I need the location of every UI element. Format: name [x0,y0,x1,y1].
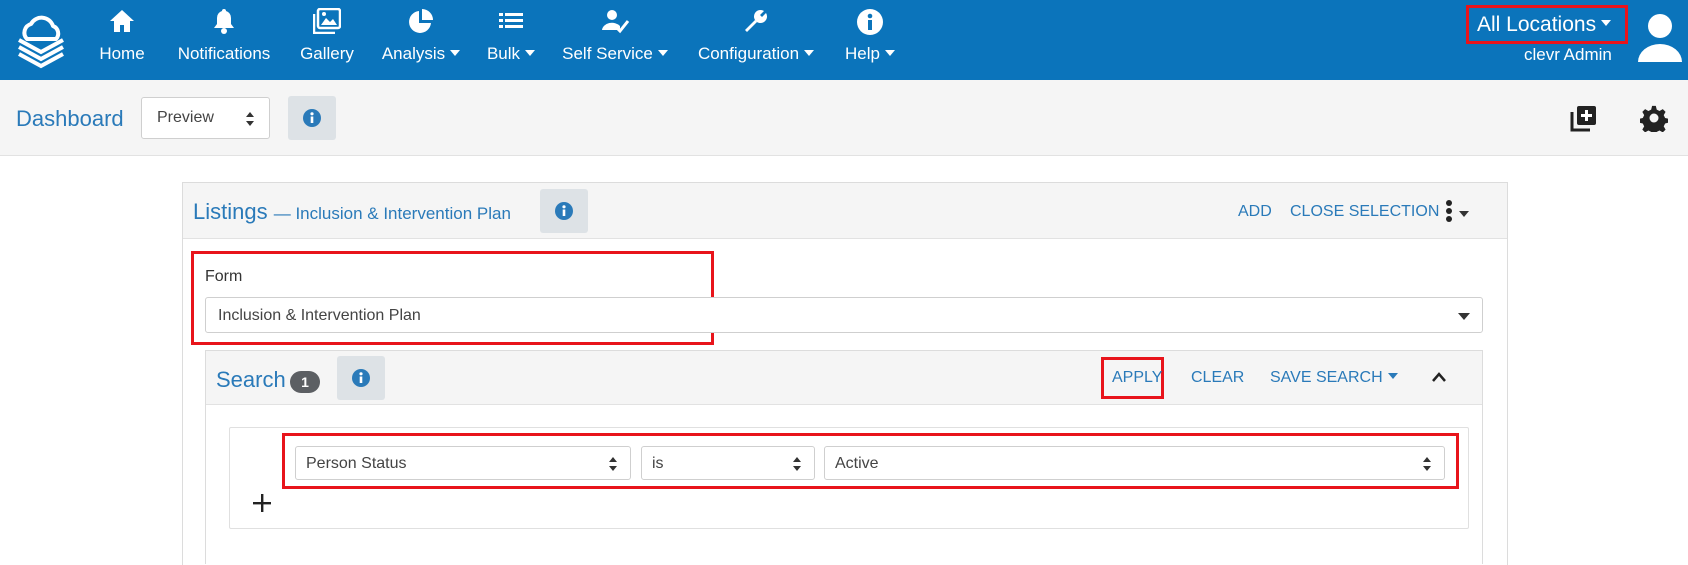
view-mode-value: Preview [157,109,214,126]
listings-header: Listings — Inclusion & Intervention Plan… [183,183,1507,239]
apply-button[interactable]: APPLY [1112,369,1162,387]
list-icon [486,8,536,36]
sort-updown-icon [609,457,617,471]
nav-bulk[interactable]: Bulk [486,8,536,72]
nav-help-label: Help [845,44,880,63]
nav-configuration[interactable]: Configuration [693,8,819,72]
location-label: All Locations [1477,13,1597,36]
listings-panel: Listings — Inclusion & Intervention Plan… [182,182,1508,565]
gallery-icon [298,8,356,36]
caret-down-icon [804,49,815,56]
sort-updown-icon [1423,457,1431,471]
nav-home-label: Home [99,44,145,63]
bell-icon [172,8,276,36]
caret-down-icon [450,49,461,56]
close-selection-button[interactable]: CLOSE SELECTION [1290,203,1439,221]
criterion-field-select[interactable]: Person Status [295,446,631,480]
info-icon [303,109,321,127]
listings-subtitle: — Inclusion & Intervention Plan [273,204,511,223]
info-icon [555,202,573,220]
clevr-logo-icon[interactable] [13,9,69,69]
criterion-value-select[interactable]: Active [824,446,1445,480]
info-circle-icon [843,8,897,36]
nav-home[interactable]: Home [96,8,148,72]
form-label: Form [205,268,243,285]
sort-updown-icon [246,112,254,126]
dashboard-info-button[interactable] [288,96,336,140]
nav-gallery[interactable]: Gallery [298,8,356,72]
view-mode-select[interactable]: Preview [141,97,270,139]
listings-title-text: Listings [193,199,268,224]
info-icon [352,369,370,387]
chevron-up-icon[interactable] [1431,371,1447,383]
nav-configuration-label: Configuration [697,44,800,63]
caret-down-icon [1601,20,1612,27]
caret-down-icon [1459,211,1469,217]
top-navbar: Home Notifications Gallery Analysis Bulk… [0,0,1688,80]
criterion-operator-select[interactable]: is [641,446,815,480]
listings-menu[interactable] [1445,199,1469,228]
listings-title: Listings — Inclusion & Intervention Plan [193,199,511,225]
sort-updown-icon [793,457,801,471]
nav-bulk-label: Bulk [486,44,521,63]
save-search-button[interactable]: SAVE SEARCH [1270,369,1398,387]
pie-chart-icon [380,8,462,36]
nav-help[interactable]: Help [843,8,897,72]
location-selector[interactable]: All Locations [1466,5,1628,44]
user-name[interactable]: clevr Admin [1524,45,1612,65]
caret-down-icon [525,49,536,56]
save-search-label: SAVE SEARCH [1270,369,1383,386]
criterion-operator-value: is [652,455,664,472]
search-info-button[interactable] [337,356,385,400]
home-icon [96,8,148,36]
criterion-value: Active [835,455,879,472]
caret-down-icon [1458,313,1470,320]
nav-self-service[interactable]: Self Service [562,8,668,72]
search-panel: Search 1 APPLY CLEAR SAVE SEARCH Person … [205,350,1483,564]
clear-button[interactable]: CLEAR [1191,369,1244,387]
nav-self-service-label: Self Service [562,44,653,63]
nav-notifications[interactable]: Notifications [172,8,276,72]
caret-down-icon [1387,372,1398,379]
search-title: Search [216,367,286,392]
more-vertical-icon [1446,200,1452,222]
caret-down-icon [884,49,895,56]
gear-icon[interactable] [1640,104,1668,132]
listings-info-button[interactable] [540,189,588,233]
criterion-field-value: Person Status [306,455,407,472]
nav-gallery-label: Gallery [300,44,354,63]
search-count-badge: 1 [290,371,320,393]
user-check-icon [562,8,668,36]
dashboard-title[interactable]: Dashboard [16,106,124,132]
wrench-icon [693,8,819,36]
add-criterion-icon[interactable] [252,493,272,513]
add-button[interactable]: ADD [1238,203,1272,221]
nav-analysis[interactable]: Analysis [380,8,462,72]
caret-down-icon [657,49,668,56]
nav-notifications-label: Notifications [177,44,271,63]
form-select-value: Inclusion & Intervention Plan [218,307,421,324]
add-widget-icon[interactable] [1570,104,1598,132]
nav-analysis-label: Analysis [381,44,446,63]
user-avatar-icon[interactable] [1636,12,1684,64]
dashboard-bar: Dashboard Preview [0,80,1688,156]
search-header: Search 1 APPLY CLEAR SAVE SEARCH [206,351,1482,405]
form-select[interactable]: Inclusion & Intervention Plan [205,297,1483,333]
